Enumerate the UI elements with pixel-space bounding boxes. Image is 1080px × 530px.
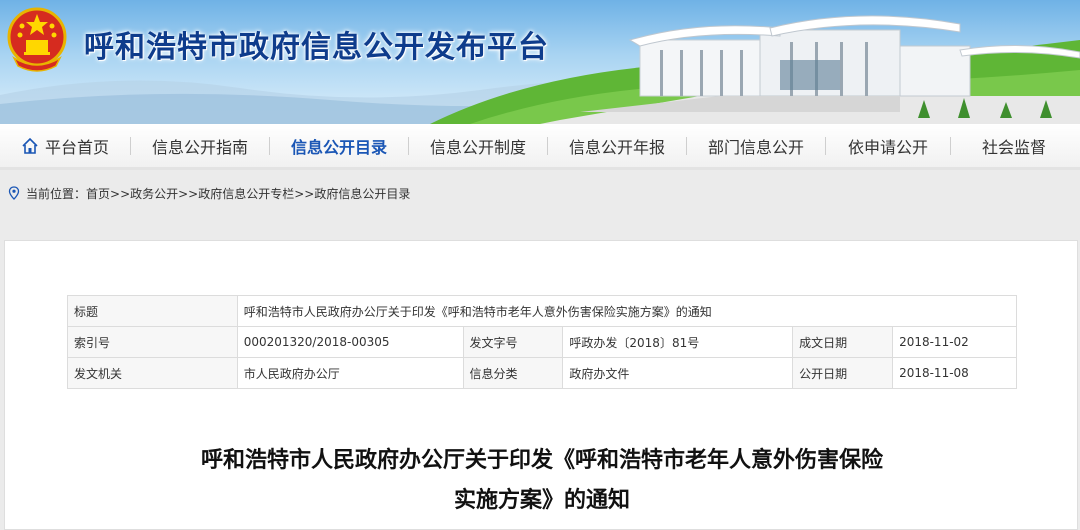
meta-index-value: 000201320/2018-00305 [236,326,464,358]
meta-issuer-label: 发文机关 [67,357,238,389]
nav-item-application[interactable]: 依申请公开 [826,123,950,169]
home-icon [22,137,38,154]
meta-index-label: 索引号 [67,326,238,358]
breadcrumb-prefix: 当前位置： [26,186,87,201]
table-row: 标题 呼和浩特市人民政府办公厅关于印发《呼和浩特市老年人意外伤害保险实施方案》的… [67,295,1018,327]
document-meta-table: 标题 呼和浩特市人民政府办公厅关于印发《呼和浩特市老年人意外伤害保险实施方案》的… [67,295,1018,389]
site-title: 呼和浩特市政府信息公开发布平台 [84,30,549,65]
table-row: 发文机关 市人民政府办公厅 信息分类 政府办文件 公开日期 2018-11-08 [67,357,1017,389]
nav-item-guide[interactable]: 信息公开指南 [131,123,269,169]
nav-item-home[interactable]: 平台首页 [0,123,130,169]
meta-title-value: 呼和浩特市人民政府办公厅关于印发《呼和浩特市老年人意外伤害保险实施方案》的通知 [236,295,1018,327]
table-row: 索引号 000201320/2018-00305 发文字号 呼政办发〔2018〕… [67,326,1017,358]
breadcrumb-path[interactable]: 首页>>政务公开>>政府信息公开专栏>>政府信息公开目录 [86,185,410,202]
nav-item-supervision[interactable]: 社会监督 [951,123,1077,169]
meta-created-value: 2018-11-02 [892,326,1017,358]
breadcrumb: 当前位置： 首页>>政务公开>>政府信息公开专栏>>政府信息公开目录 [0,172,1080,214]
meta-docno-value: 呼政办发〔2018〕81号 [562,326,794,358]
meta-published-label: 公开日期 [792,357,894,389]
nav-item-annual-report[interactable]: 信息公开年报 [548,123,686,169]
meta-category-label: 信息分类 [462,357,564,389]
nav-item-department[interactable]: 部门信息公开 [687,123,825,169]
header-banner: 呼和浩特市政府信息公开发布平台 [0,0,1080,124]
national-emblem-icon [7,7,67,72]
location-pin-icon [8,186,20,200]
nav-item-catalog[interactable]: 信息公开目录 [270,123,408,169]
meta-published-value: 2018-11-08 [892,357,1017,389]
main-nav: 平台首页 信息公开指南 信息公开目录 信息公开制度 信息公开年报 部门信息公开 … [0,124,1080,170]
nav-item-rules[interactable]: 信息公开制度 [409,123,547,169]
meta-created-label: 成文日期 [792,326,894,358]
document-title: 呼和浩特市人民政府办公厅关于印发《呼和浩特市老年人意外伤害保险 实施方案》的通知 [5,441,1079,521]
content-panel: 标题 呼和浩特市人民政府办公厅关于印发《呼和浩特市老年人意外伤害保险实施方案》的… [4,240,1078,530]
meta-category-value: 政府办文件 [562,357,794,389]
document-title-line-1: 呼和浩特市人民政府办公厅关于印发《呼和浩特市老年人意外伤害保险 [200,448,883,473]
meta-docno-label: 发文字号 [462,326,564,358]
meta-issuer-value: 市人民政府办公厅 [236,357,464,389]
meta-title-label: 标题 [67,295,238,327]
document-title-line-2: 实施方案》的通知 [453,488,630,513]
nav-item-label: 平台首页 [44,137,109,157]
